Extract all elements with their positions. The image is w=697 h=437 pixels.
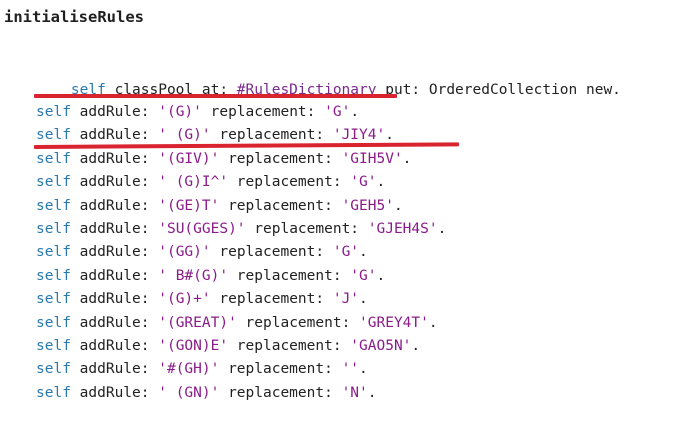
rule-line: self addRule: '(G)' replacement: 'G'. — [36, 101, 359, 124]
selector-text: addRule: — [70, 291, 159, 308]
statement-terminator: . — [359, 291, 368, 308]
rule-line: self addRule: '(G)+' replacement: 'J'. — [36, 288, 368, 311]
statement-terminator: . — [393, 197, 403, 214]
self-keyword: self — [36, 174, 71, 191]
statement-terminator: . — [376, 267, 386, 284]
pattern-string: 'SU(GGES)' — [158, 221, 246, 237]
statement-terminator: . — [437, 221, 447, 237]
statement-terminator: . — [367, 384, 377, 401]
selector-text: replacement: — [236, 314, 360, 331]
self-keyword: self — [36, 127, 71, 144]
code-editor[interactable]: initialiseRules self classPool at: #Rule… — [0, 0, 697, 437]
code-line-classpool: self classPool at: #RulesDictionary put:… — [36, 56, 621, 98]
self-keyword: self — [36, 384, 71, 401]
selector-text: replacement: — [228, 174, 351, 191]
selector-text: replacement: — [219, 197, 342, 214]
statement-terminator: . — [359, 361, 368, 378]
selector-text: replacement: — [245, 221, 368, 237]
self-keyword: self — [36, 221, 71, 237]
replacement-string: 'GIH5V' — [341, 150, 403, 167]
selector-text: addRule: — [70, 104, 159, 120]
pattern-string: ' B#(G)' — [158, 267, 229, 284]
rule-line: self addRule: '(GG)' replacement: 'G'. — [36, 241, 368, 264]
pattern-string: ' (GN)' — [158, 384, 220, 401]
pattern-string: '(GREAT)' — [158, 314, 237, 331]
selector-text: replacement: — [228, 267, 351, 284]
rule-line: self addRule: 'SU(GGES)' replacement: 'G… — [36, 218, 446, 241]
replacement-string: 'GREY4T' — [359, 314, 429, 331]
selector-text: addRule: — [70, 361, 159, 378]
rule-line: self addRule: '(GIV)' replacement: 'GIH5… — [36, 148, 411, 171]
selector-text: addRule: — [70, 127, 159, 144]
replacement-string: 'JIY4' — [332, 127, 386, 144]
self-keyword: self — [36, 291, 71, 308]
red-underline-top — [34, 94, 397, 98]
rule-line: self addRule: ' (G)I^' replacement: 'G'. — [36, 171, 385, 194]
pattern-string: '(GON)E' — [158, 338, 229, 354]
replacement-string: 'N' — [341, 384, 368, 401]
self-keyword: self — [36, 338, 71, 354]
statement-terminator: . — [428, 314, 438, 331]
selector-text: addRule: — [70, 221, 159, 237]
statement-terminator: . — [350, 104, 360, 120]
rule-line: self addRule: '(GREAT)' replacement: 'GR… — [36, 312, 438, 335]
statement-terminator: . — [385, 127, 394, 144]
self-keyword: self — [36, 104, 71, 120]
statement-terminator: . — [359, 244, 368, 261]
replacement-string: 'G' — [350, 267, 377, 284]
selector-text: addRule: — [70, 267, 159, 284]
pattern-string: '(GG)' — [158, 244, 211, 261]
self-keyword: self — [36, 197, 71, 214]
statement-terminator: . — [376, 174, 386, 191]
selector-text: replacement: — [210, 127, 333, 144]
self-keyword: self — [36, 314, 71, 331]
rule-line: self addRule: '#(GH)' replacement: ''. — [36, 358, 368, 381]
selector-text: replacement: — [219, 150, 342, 167]
selector-text: addRule: — [70, 197, 159, 214]
replacement-string: 'GJEH4S' — [367, 221, 438, 237]
selector-text: replacement: — [219, 361, 342, 378]
selector-text: addRule: — [70, 244, 159, 261]
replacement-string: 'J' — [332, 291, 360, 308]
self-keyword: self — [36, 267, 71, 284]
selector-text: replacement: — [228, 338, 351, 354]
self-keyword: self — [36, 361, 71, 378]
selector-text: addRule: — [70, 150, 159, 167]
replacement-string: 'G' — [324, 104, 351, 120]
self-keyword: self — [36, 244, 71, 261]
selector-text: replacement: — [210, 291, 333, 308]
selector-text: addRule: — [70, 314, 159, 331]
rule-line: self addRule: '(GON)E' replacement: 'GAO… — [36, 335, 420, 358]
pattern-string: ' (G)I^' — [158, 174, 229, 191]
pattern-string: '#(GH)' — [158, 361, 220, 378]
replacement-string: 'G' — [350, 174, 377, 191]
selector-text: replacement: — [201, 104, 325, 120]
statement-terminator: . — [411, 338, 421, 354]
selector-text: replacement: — [219, 384, 342, 401]
pattern-string: '(G)' — [158, 104, 202, 120]
replacement-string: '' — [341, 361, 360, 378]
replacement-string: 'GEH5' — [341, 197, 394, 214]
pattern-string: '(G)+' — [158, 291, 211, 308]
rule-line: self addRule: '(GE)T' replacement: 'GEH5… — [36, 195, 403, 218]
method-name: initialiseRules — [4, 8, 144, 26]
message-text: put: OrderedCollection new. — [376, 82, 621, 98]
selector-text: addRule: — [70, 384, 159, 401]
rule-line: self addRule: ' B#(G)' replacement: 'G'. — [36, 265, 385, 288]
statement-terminator: . — [402, 150, 412, 167]
replacement-string: 'G' — [332, 244, 360, 261]
pattern-string: ' (G)' — [158, 127, 211, 144]
selector-text: replacement: — [210, 244, 333, 261]
selector-text: addRule: — [70, 174, 159, 191]
pattern-string: '(GE)T' — [158, 197, 220, 214]
self-keyword: self — [36, 150, 71, 167]
selector-text: addRule: — [70, 338, 159, 354]
rule-line: self addRule: ' (GN)' replacement: 'N'. — [36, 382, 377, 405]
replacement-string: 'GAO5N' — [350, 338, 412, 354]
pattern-string: '(GIV)' — [158, 150, 220, 167]
